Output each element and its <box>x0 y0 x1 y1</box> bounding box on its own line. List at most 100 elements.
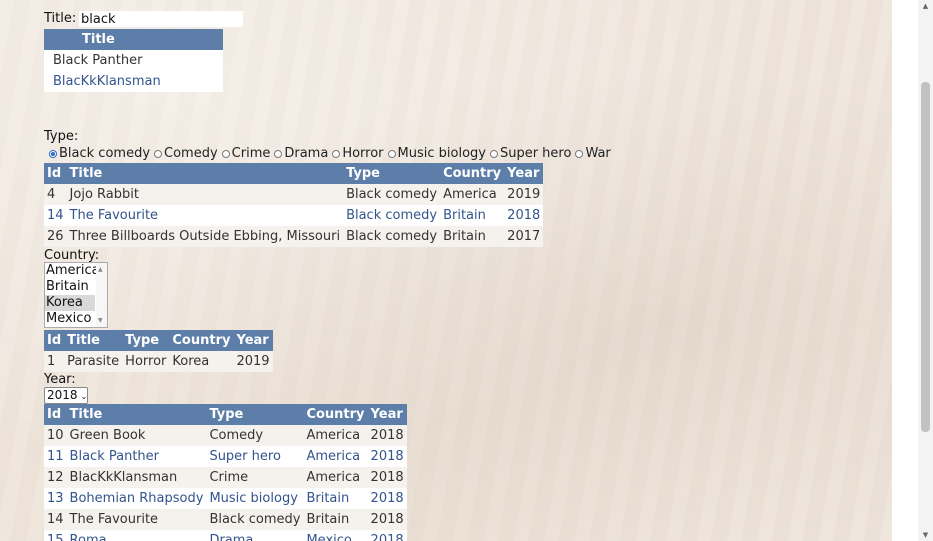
year-select-value: 2018 <box>47 388 78 402</box>
type-filter-label: Type: <box>44 129 79 144</box>
title-search-input[interactable] <box>79 11 243 27</box>
country-option[interactable]: Mexico <box>45 311 95 327</box>
cell-type: Comedy <box>206 425 304 446</box>
cell-year: 2018 <box>367 425 407 446</box>
table-row: 4 Jojo Rabbit Black comedy America 2019 <box>44 184 544 205</box>
cell-year: 2017 <box>504 226 544 247</box>
page-background: Title: Title Black Panther BlacKkKlansma… <box>0 0 892 541</box>
cell-year: 2018 <box>367 467 407 488</box>
scrollbar-thumb[interactable] <box>921 82 930 432</box>
title-results-table: Title Black Panther BlacKkKlansman <box>44 29 223 92</box>
radio-button-icon[interactable] <box>387 149 396 158</box>
year-select[interactable]: 2018 ⌄ <box>44 387 88 404</box>
page-scrollbar[interactable]: ▲ ▼ <box>918 0 933 541</box>
column-header-title: Title <box>66 163 344 184</box>
table-row: 11 Black Panther Super hero America 2018 <box>44 446 407 467</box>
radio-label: Crime <box>231 146 271 161</box>
table-row: 14 The Favourite Black comedy Britain 2018 <box>44 509 407 530</box>
column-header-year: Year <box>233 330 273 351</box>
country-option[interactable]: America <box>45 263 100 279</box>
cell-id: 13 <box>44 488 67 509</box>
cell-year: 2018 <box>367 530 407 541</box>
year-results-table: Id Title Type Country Year 10 Green Book Comedy… <box>44 404 407 541</box>
type-radio-crime[interactable]: Crime <box>221 146 271 161</box>
cell-country: America <box>440 184 505 205</box>
cell-type: Black comedy <box>343 226 441 247</box>
cell-country: America <box>303 467 368 488</box>
radio-button-icon[interactable] <box>221 149 230 158</box>
country-option[interactable]: Britain <box>45 279 95 295</box>
column-header-id: Id <box>44 163 67 184</box>
type-radio-super-hero[interactable]: Super hero <box>489 146 571 161</box>
chevron-down-icon: ⌄ <box>80 392 88 401</box>
radio-button-icon[interactable] <box>489 149 498 158</box>
scroll-down-icon[interactable]: ▼ <box>98 317 103 324</box>
cell-title: The Favourite <box>66 509 207 530</box>
cell-year: 2019 <box>504 184 544 205</box>
type-radio-comedy[interactable]: Comedy <box>154 146 218 161</box>
radio-button-icon[interactable] <box>49 149 57 158</box>
cell-country: Korea <box>169 351 234 372</box>
type-radio-black-comedy[interactable]: Black comedy <box>49 146 150 161</box>
radio-button-icon[interactable] <box>154 149 163 158</box>
table-row: 15 Roma Drama Mexico 2018 <box>44 530 407 541</box>
table-row: BlacKkKlansman <box>44 71 223 92</box>
radio-label: Comedy <box>164 146 218 161</box>
title-cell: BlacKkKlansman <box>53 74 161 89</box>
table-row: 26 Three Billboards Outside Ebbing, Misso… <box>44 226 544 247</box>
cell-id: 11 <box>44 446 67 467</box>
cell-type: Crime <box>206 467 304 488</box>
column-header-title: Title <box>66 404 207 425</box>
cell-id: 4 <box>44 184 67 205</box>
radio-button-icon[interactable] <box>274 149 283 158</box>
cell-title: Bohemian Rhapsody <box>66 488 207 509</box>
column-header-type: Type <box>343 163 441 184</box>
cell-type: Black comedy <box>206 509 304 530</box>
cell-year: 2018 <box>504 205 544 226</box>
cell-type: Horror <box>122 351 170 372</box>
listbox-scrollbar[interactable]: ▲ ▼ <box>96 263 107 327</box>
cell-year: 2019 <box>233 351 273 372</box>
column-header-id: Id <box>44 404 67 425</box>
cell-id: 14 <box>44 509 67 530</box>
cell-type: Black comedy <box>343 184 441 205</box>
type-radio-war[interactable]: War <box>575 146 611 161</box>
table-row: 10 Green Book Comedy America 2018 <box>44 425 407 446</box>
column-header-title: Title <box>44 29 223 50</box>
radio-label: War <box>585 146 611 161</box>
cell-country: America <box>303 425 368 446</box>
cell-id: 26 <box>44 226 67 247</box>
type-radio-music-biology[interactable]: Music biology <box>387 146 486 161</box>
type-radio-group: Black comedy Comedy Crime Drama Horror Music … <box>49 146 615 161</box>
radio-button-icon[interactable] <box>575 149 584 158</box>
cell-year: 2018 <box>367 446 407 467</box>
table-row: 1 Parasite Horror Korea 2019 <box>44 351 273 372</box>
cell-title: Black Panther <box>66 446 207 467</box>
table-row: 14 The Favourite Black comedy Britain 2018 <box>44 205 544 226</box>
cell-type: Music biology <box>206 488 304 509</box>
table-row: Black Panther <box>44 50 223 71</box>
radio-button-icon[interactable] <box>332 149 341 158</box>
country-option[interactable]: Korea <box>45 295 95 311</box>
cell-title: Three Billboards Outside Ebbing, Missour… <box>66 226 344 247</box>
title-cell: Black Panther <box>53 53 143 68</box>
scroll-up-icon[interactable]: ▲ <box>98 266 103 273</box>
type-results-table: Id Title Type Country Year 4 Jojo Rabbit Black … <box>44 163 544 247</box>
cell-year: 2018 <box>367 509 407 530</box>
scroll-down-icon[interactable]: ▼ <box>921 531 930 539</box>
scroll-up-icon[interactable]: ▲ <box>921 2 930 10</box>
column-header-type: Type <box>206 404 304 425</box>
cell-country: America <box>303 446 368 467</box>
table-row: 12 BlacKkKlansman Crime America 2018 <box>44 467 407 488</box>
cell-title: Roma <box>66 530 207 541</box>
column-header-title: Title <box>64 330 123 351</box>
table-row: 13 Bohemian Rhapsody Music biology Britain 2… <box>44 488 407 509</box>
type-radio-horror[interactable]: Horror <box>332 146 384 161</box>
column-header-year: Year <box>504 163 544 184</box>
cell-title: BlacKkKlansman <box>66 467 207 488</box>
country-listbox[interactable]: America Britain Korea Mexico ▲ ▼ <box>44 262 108 328</box>
year-filter-label: Year: <box>44 372 76 387</box>
type-radio-drama[interactable]: Drama <box>274 146 328 161</box>
cell-country: Britain <box>440 226 505 247</box>
cell-country: Britain <box>440 205 505 226</box>
